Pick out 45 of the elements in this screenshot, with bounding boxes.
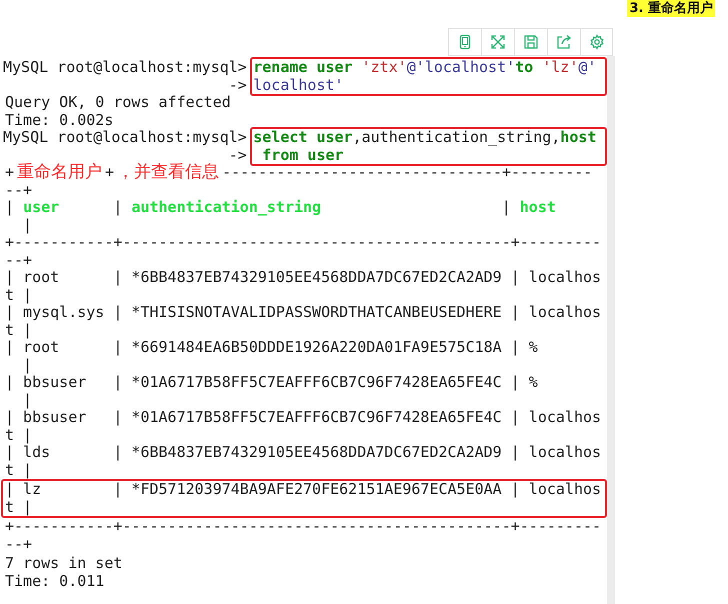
share-icon[interactable] (547, 28, 580, 56)
command-line: select user,authentication_string,host (253, 129, 598, 146)
save-icon[interactable] (514, 28, 547, 56)
output-line: Time: 0.002s (5, 112, 114, 129)
output-line: --+ (5, 182, 34, 199)
output-line: | bbsuser | *01A6717B58FF5C7EAFFF6CB7C96F7428EA65FE4C | % (5, 374, 539, 392)
table-border: + (105, 163, 114, 181)
settings-icon[interactable] (580, 28, 613, 56)
output-line: --+ (5, 536, 34, 553)
output-line: | bbsuser | *01A6717B58FF5C7EAFFF6CB7C96F7428EA65FE4C | localhos (5, 409, 602, 426)
fullscreen-icon[interactable] (481, 28, 514, 56)
output-line: +-----------+-------------------------------------------+--------- (5, 234, 602, 252)
table-border: + (5, 163, 14, 181)
output-line: --+ (5, 252, 34, 269)
command-line: localhost' (253, 76, 345, 94)
device-icon[interactable] (448, 28, 481, 56)
continuation-prompt: -> (228, 146, 247, 164)
output-line: +-----------+-------------------------------------------+--------- (5, 518, 602, 536)
scrollbar[interactable] (607, 56, 615, 604)
output-line: t | (5, 286, 34, 304)
output-line: t | (5, 322, 34, 339)
output-line: Query OK, 0 rows affected (5, 94, 232, 112)
output-line: | (22, 216, 34, 234)
output-line: | (22, 356, 34, 374)
continuation-prompt: -> (228, 76, 247, 94)
section-heading: 3. 重命名用户 (627, 0, 715, 17)
output-line: t | (5, 498, 34, 516)
prompt-text: MySQL root@localhost:mysql> (2, 129, 247, 146)
command-line: rename user 'ztx'@'localhost'to 'lz'@' (253, 59, 598, 76)
prompt-text: MySQL root@localhost:mysql> (2, 59, 247, 76)
command-line: from user (261, 146, 345, 164)
output-line: | root | *6BB4837EB74329105EE4568DDA7DC67ED2CA2AD9 | localhos (5, 269, 602, 286)
output-line: 7 rows in set (5, 555, 124, 572)
output-line: | lz | *FD571203974BA9AFE270FE62151AE967ECA5E0AA | localhos (5, 481, 602, 498)
output-line: t | (5, 462, 34, 479)
output-line: | user | authentication_string | host (5, 199, 557, 216)
output-line: | root | *6691484EA6B50DDDE1926A220DA01FA9E575C18A | % (5, 339, 539, 356)
output-line: | (22, 392, 34, 409)
table-border: -------------------------------+--------- (222, 163, 592, 181)
output-line: | lds | *6BB4837EB74329105EE4568DDA7DC67ED2CA2AD9 | localhos (5, 444, 602, 462)
output-line: t | (5, 426, 34, 444)
annotation-text: 重命名用户 (16, 162, 104, 182)
output-line: | mysql.sys | *THISISNOTAVALIDPASSWORDTHATCANBEUSEDHERE | localhos (5, 304, 602, 322)
annotation-text: ，并查看信息 (116, 162, 220, 182)
output-line: Time: 0.011 (5, 572, 106, 590)
